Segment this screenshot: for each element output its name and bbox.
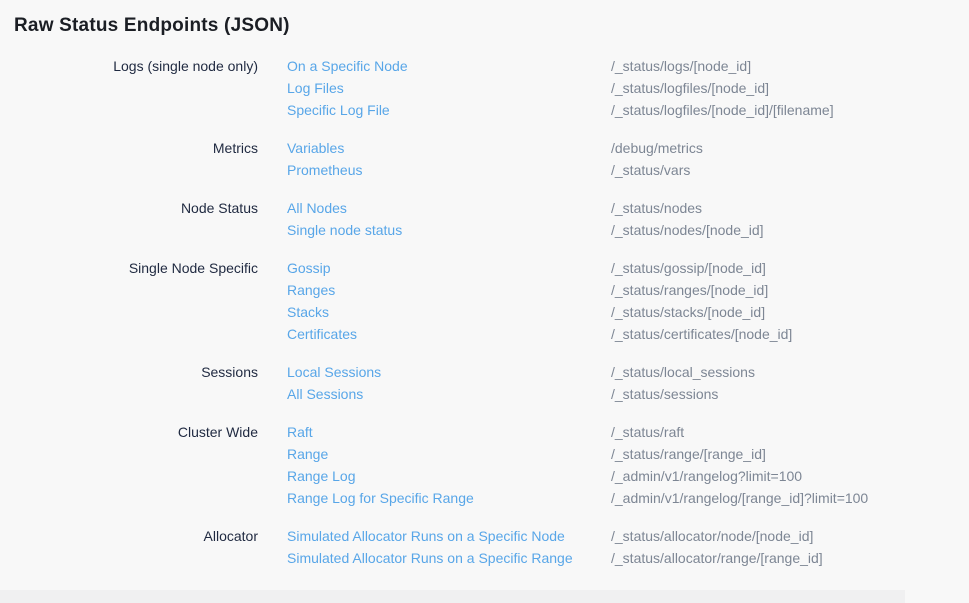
endpoint-link[interactable]: All Nodes bbox=[287, 197, 611, 219]
endpoint-path: /_status/range/[range_id] bbox=[611, 443, 766, 465]
endpoint-row: Certificates /_status/certificates/[node… bbox=[287, 323, 792, 345]
endpoint-path: /_status/allocator/node/[node_id] bbox=[611, 525, 813, 547]
endpoint-row: Raft /_status/raft bbox=[287, 421, 868, 443]
page-title: Raw Status Endpoints (JSON) bbox=[0, 0, 969, 38]
endpoint-link[interactable]: Single node status bbox=[287, 219, 611, 241]
endpoint-link[interactable]: Gossip bbox=[287, 257, 611, 279]
endpoint-row: All Sessions /_status/sessions bbox=[287, 383, 755, 405]
endpoint-path: /_status/local_sessions bbox=[611, 361, 755, 383]
endpoint-link[interactable]: Range bbox=[287, 443, 611, 465]
endpoint-rows: Raft /_status/raft Range /_status/range/… bbox=[287, 421, 868, 509]
endpoint-row: On a Specific Node /_status/logs/[node_i… bbox=[287, 55, 834, 77]
category-label: Node Status bbox=[0, 197, 258, 241]
endpoint-path: /_status/certificates/[node_id] bbox=[611, 323, 792, 345]
endpoint-link[interactable]: Range Log bbox=[287, 465, 611, 487]
endpoint-group: Allocator Simulated Allocator Runs on a … bbox=[0, 525, 969, 569]
endpoint-path: /_status/nodes bbox=[611, 197, 702, 219]
category-label: Cluster Wide bbox=[0, 421, 258, 509]
endpoint-link[interactable]: Raft bbox=[287, 421, 611, 443]
endpoint-row: Local Sessions /_status/local_sessions bbox=[287, 361, 755, 383]
debug-endpoints-page: Raw Status Endpoints (JSON) Logs (single… bbox=[0, 0, 969, 569]
endpoint-link[interactable]: Certificates bbox=[287, 323, 611, 345]
endpoint-groups: Logs (single node only) On a Specific No… bbox=[0, 55, 969, 569]
endpoint-group: Single Node Specific Gossip /_status/gos… bbox=[0, 257, 969, 345]
endpoint-path: /_admin/v1/rangelog?limit=100 bbox=[611, 465, 802, 487]
endpoint-path: /_status/allocator/range/[range_id] bbox=[611, 547, 823, 569]
category-label: Single Node Specific bbox=[0, 257, 258, 345]
endpoint-link[interactable]: Range Log for Specific Range bbox=[287, 487, 611, 509]
endpoint-rows: Simulated Allocator Runs on a Specific N… bbox=[287, 525, 823, 569]
endpoint-link[interactable]: Ranges bbox=[287, 279, 611, 301]
endpoint-row: Range Log for Specific Range /_admin/v1/… bbox=[287, 487, 868, 509]
endpoint-group: Metrics Variables /debug/metrics Prometh… bbox=[0, 137, 969, 181]
endpoint-link[interactable]: Log Files bbox=[287, 77, 611, 99]
endpoint-row: Range /_status/range/[range_id] bbox=[287, 443, 868, 465]
endpoint-path: /_status/logfiles/[node_id]/[filename] bbox=[611, 99, 834, 121]
endpoint-rows: On a Specific Node /_status/logs/[node_i… bbox=[287, 55, 834, 121]
endpoint-link[interactable]: Simulated Allocator Runs on a Specific R… bbox=[287, 547, 611, 569]
endpoint-link[interactable]: Variables bbox=[287, 137, 611, 159]
endpoint-row: Specific Log File /_status/logfiles/[nod… bbox=[287, 99, 834, 121]
endpoint-row: Variables /debug/metrics bbox=[287, 137, 703, 159]
endpoint-row: Gossip /_status/gossip/[node_id] bbox=[287, 257, 792, 279]
endpoint-group: Node Status All Nodes /_status/nodes Sin… bbox=[0, 197, 969, 241]
endpoint-path: /debug/metrics bbox=[611, 137, 703, 159]
category-label: Metrics bbox=[0, 137, 258, 181]
category-label: Logs (single node only) bbox=[0, 55, 258, 121]
endpoint-path: /_status/sessions bbox=[611, 383, 718, 405]
endpoint-row: Simulated Allocator Runs on a Specific R… bbox=[287, 547, 823, 569]
endpoint-link[interactable]: Prometheus bbox=[287, 159, 611, 181]
endpoint-link[interactable]: On a Specific Node bbox=[287, 55, 611, 77]
footer-strip bbox=[0, 590, 905, 603]
endpoint-path: /_status/logfiles/[node_id] bbox=[611, 77, 769, 99]
endpoint-rows: Gossip /_status/gossip/[node_id] Ranges … bbox=[287, 257, 792, 345]
endpoint-link[interactable]: Simulated Allocator Runs on a Specific N… bbox=[287, 525, 611, 547]
endpoint-path: /_status/stacks/[node_id] bbox=[611, 301, 765, 323]
endpoint-row: Simulated Allocator Runs on a Specific N… bbox=[287, 525, 823, 547]
endpoint-path: /_status/gossip/[node_id] bbox=[611, 257, 766, 279]
endpoint-link[interactable]: Stacks bbox=[287, 301, 611, 323]
endpoint-row: Prometheus /_status/vars bbox=[287, 159, 703, 181]
endpoint-group: Logs (single node only) On a Specific No… bbox=[0, 55, 969, 121]
category-label: Allocator bbox=[0, 525, 258, 569]
endpoint-path: /_admin/v1/rangelog/[range_id]?limit=100 bbox=[611, 487, 868, 509]
endpoint-row: Ranges /_status/ranges/[node_id] bbox=[287, 279, 792, 301]
endpoint-row: Log Files /_status/logfiles/[node_id] bbox=[287, 77, 834, 99]
endpoint-row: Stacks /_status/stacks/[node_id] bbox=[287, 301, 792, 323]
endpoint-link[interactable]: All Sessions bbox=[287, 383, 611, 405]
endpoint-row: Single node status /_status/nodes/[node_… bbox=[287, 219, 764, 241]
endpoint-rows: All Nodes /_status/nodes Single node sta… bbox=[287, 197, 764, 241]
endpoint-row: All Nodes /_status/nodes bbox=[287, 197, 764, 219]
endpoint-link[interactable]: Local Sessions bbox=[287, 361, 611, 383]
endpoint-rows: Local Sessions /_status/local_sessions A… bbox=[287, 361, 755, 405]
endpoint-group: Sessions Local Sessions /_status/local_s… bbox=[0, 361, 969, 405]
endpoint-path: /_status/logs/[node_id] bbox=[611, 55, 751, 77]
endpoint-path: /_status/vars bbox=[611, 159, 690, 181]
endpoint-group: Cluster Wide Raft /_status/raft Range /_… bbox=[0, 421, 969, 509]
endpoint-path: /_status/raft bbox=[611, 421, 684, 443]
endpoint-path: /_status/ranges/[node_id] bbox=[611, 279, 768, 301]
endpoint-path: /_status/nodes/[node_id] bbox=[611, 219, 764, 241]
endpoint-link[interactable]: Specific Log File bbox=[287, 99, 611, 121]
category-label: Sessions bbox=[0, 361, 258, 405]
endpoint-rows: Variables /debug/metrics Prometheus /_st… bbox=[287, 137, 703, 181]
endpoint-row: Range Log /_admin/v1/rangelog?limit=100 bbox=[287, 465, 868, 487]
